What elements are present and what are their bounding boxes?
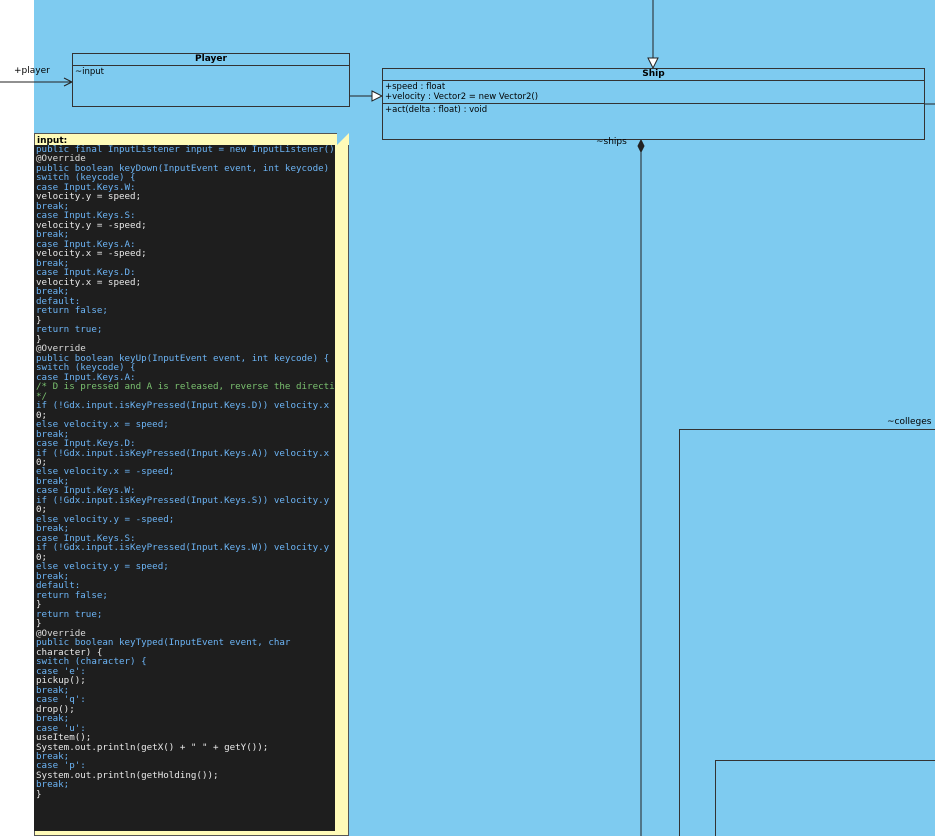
ship-class[interactable]: Ship +speed : float +velocity : Vector2 …	[382, 68, 925, 140]
code-line: drop();	[36, 703, 75, 715]
player-class[interactable]: Player ~input	[72, 53, 350, 107]
code-line: break;	[36, 779, 70, 791]
code-line: velocity.y = speed;	[36, 191, 142, 203]
ship-operation-act: +act(delta : float) : void	[385, 105, 488, 115]
ships-role-label: ~ships	[596, 137, 627, 147]
ship-class-name: Ship	[383, 69, 924, 81]
code-block: public final InputListener input = new I…	[34, 145, 335, 831]
code-line: if (!Gdx.input.isKeyPressed(Input.Keys.D…	[36, 400, 335, 412]
code-line: }	[36, 788, 42, 800]
nested-class-frame[interactable]	[715, 760, 935, 836]
ship-attributes: +speed : float +velocity : Vector2 = new…	[383, 81, 924, 104]
ship-attribute-velocity: +velocity : Vector2 = new Vector2()	[385, 92, 539, 102]
code-line: return true;	[36, 324, 103, 336]
player-role-label: +player	[14, 66, 50, 76]
code-line: else velocity.y = -speed;	[36, 513, 175, 525]
code-line: else velocity.x = -speed;	[36, 466, 175, 478]
ship-attribute-speed: +speed : float	[385, 82, 446, 92]
code-line: pickup();	[36, 675, 86, 687]
code-line: /* D is pressed and A is released, rever…	[36, 381, 335, 393]
note-fold-corner	[337, 133, 349, 145]
player-attribute: ~input	[75, 67, 104, 77]
colleges-role-label: ~colleges	[887, 417, 932, 427]
code-line: case 'q':	[36, 694, 86, 706]
code-line: if (!Gdx.input.isKeyPressed(Input.Keys.W…	[36, 542, 335, 554]
code-line: System.out.println(getX() + " " + getY()…	[36, 741, 269, 753]
code-line: velocity.x = speed;	[36, 276, 142, 288]
player-class-name: Player	[73, 54, 349, 66]
code-line: velocity.x = -speed;	[36, 248, 147, 260]
code-line: return true;	[36, 608, 103, 620]
code-line: return false;	[36, 589, 108, 601]
code-line: System.out.println(getHolding());	[36, 769, 219, 781]
code-line: else velocity.x = speed;	[36, 419, 169, 431]
code-line: if (!Gdx.input.isKeyPressed(Input.Keys.A…	[36, 447, 335, 459]
code-line: if (!Gdx.input.isKeyPressed(Input.Keys.S…	[36, 494, 335, 506]
code-line: else velocity.y = speed;	[36, 561, 169, 573]
code-line: return false;	[36, 305, 108, 317]
diagram-canvas: +player Player ~input Ship +speed : floa…	[0, 0, 935, 836]
code-line: velocity.y = -speed;	[36, 219, 147, 231]
